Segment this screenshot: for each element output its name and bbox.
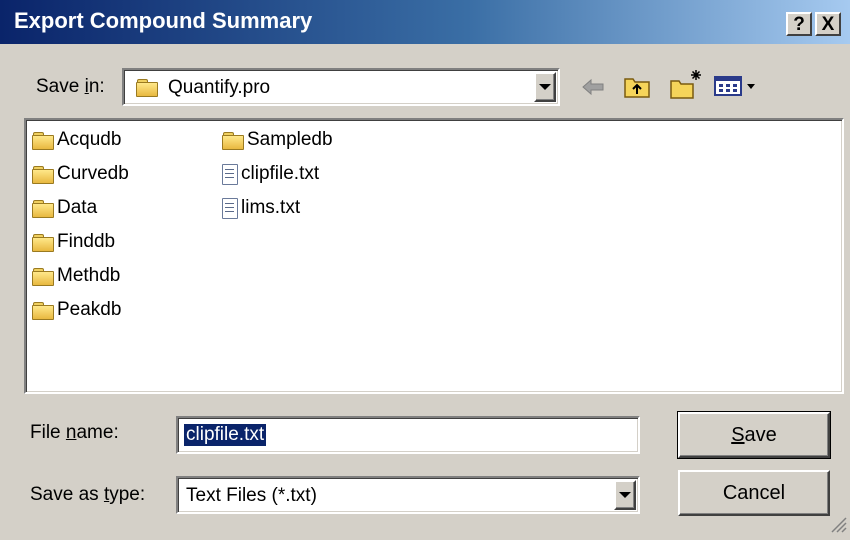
save-as-type-value: Text Files (*.txt) [186, 485, 317, 506]
file-list[interactable]: Acqudb Curvedb Data Finddb Methdb Peakdb Sampl… [24, 118, 844, 394]
item-label: lims.txt [241, 197, 301, 218]
resize-grip-icon[interactable] [826, 512, 848, 534]
title-bar[interactable]: Export Compound Summary ? X [0, 0, 850, 44]
save-as-type-dropdown-arrow[interactable] [614, 480, 636, 510]
file-name-value: clipfile.txt [184, 424, 267, 446]
save-in-value: Quantify.pro [168, 77, 271, 98]
folder-item[interactable]: Methdb [32, 264, 120, 288]
folder-icon [222, 131, 244, 150]
folder-item[interactable]: Acqudb [32, 128, 121, 152]
folder-icon [32, 233, 54, 252]
save-in-label: Save in: [36, 76, 105, 97]
folder-icon [136, 78, 158, 102]
save-in-dropdown[interactable]: Quantify.pro [122, 68, 560, 106]
item-label: Peakdb [57, 299, 122, 320]
file-name-label: File name: [30, 422, 119, 443]
chevron-down-icon [539, 84, 551, 90]
folder-item[interactable]: Curvedb [32, 162, 129, 186]
up-folder-icon[interactable] [622, 72, 652, 100]
view-menu-icon[interactable] [712, 72, 762, 100]
folder-item[interactable]: Data [32, 196, 97, 220]
folder-item[interactable]: Peakdb [32, 298, 121, 322]
folder-icon [32, 301, 54, 320]
save-as-type-label: Save as type: [30, 484, 146, 505]
folder-item[interactable]: Finddb [32, 230, 115, 254]
file-item[interactable]: clipfile.txt [222, 162, 319, 186]
close-button[interactable]: X [815, 12, 841, 36]
item-label: Curvedb [57, 163, 129, 184]
item-label: Acqudb [57, 129, 122, 150]
file-item[interactable]: lims.txt [222, 196, 300, 220]
back-arrow-icon[interactable] [580, 76, 606, 98]
item-label: Data [57, 197, 98, 218]
item-label: Sampledb [247, 129, 333, 150]
new-folder-icon[interactable] [668, 68, 704, 100]
save-button[interactable]: Save [677, 411, 831, 459]
text-file-icon [222, 198, 238, 219]
chevron-down-icon [619, 492, 631, 498]
save-in-dropdown-arrow[interactable] [534, 72, 556, 102]
folder-item[interactable]: Sampledb [222, 128, 333, 152]
folder-icon [32, 165, 54, 184]
item-label: Finddb [57, 231, 116, 252]
item-label: Methdb [57, 265, 121, 286]
item-label: clipfile.txt [241, 163, 320, 184]
file-name-input[interactable]: clipfile.txt [176, 416, 640, 454]
window-title: Export Compound Summary [14, 8, 313, 33]
folder-icon [32, 267, 54, 286]
cancel-button[interactable]: Cancel [678, 470, 830, 516]
help-button[interactable]: ? [786, 12, 812, 36]
folder-icon [32, 131, 54, 150]
save-as-type-dropdown[interactable]: Text Files (*.txt) [176, 476, 640, 514]
text-file-icon [222, 164, 238, 185]
folder-icon [32, 199, 54, 218]
